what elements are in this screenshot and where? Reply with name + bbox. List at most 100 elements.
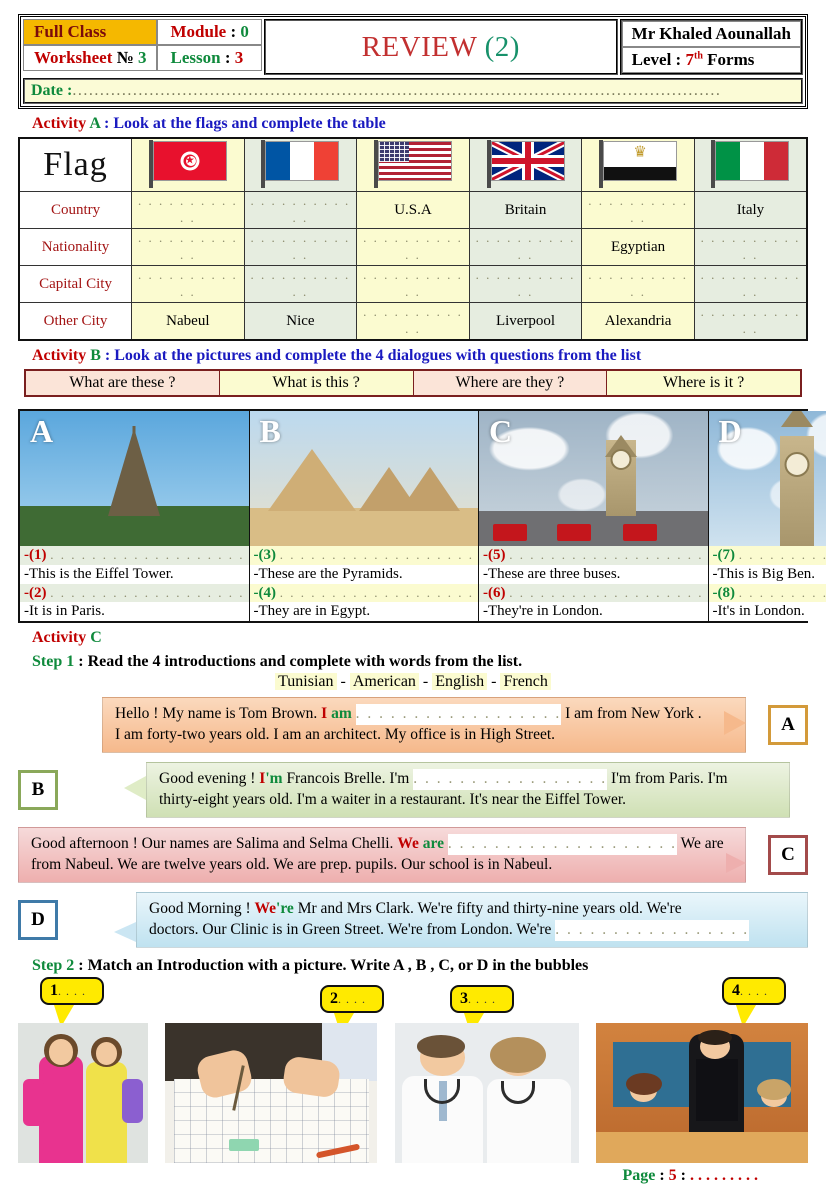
cell-nationality-italy[interactable]: . . . . . . . . . . . . (694, 229, 807, 266)
bubble-d-blank[interactable]: . . . . . . . . . . . . . . . . . (555, 920, 749, 941)
page-footer: Page : 5 : . . . . . . . . . (18, 1167, 808, 1185)
flag-cell-france (244, 138, 357, 192)
row-label-country: Country (19, 192, 132, 229)
cell-country-italy: Italy (694, 192, 807, 229)
cell-country-france[interactable]: . . . . . . . . . . . . (244, 192, 357, 229)
bubble-c-line-2: from Nabeul. We are twelve years old. We… (31, 855, 733, 876)
blank-line-5[interactable]: -(5) . . . . . . . . . . . . . . . . . .… (479, 546, 708, 565)
teacher-name: Mr Khaled Aounallah (622, 21, 801, 47)
question-option-2[interactable]: What is this ? (220, 371, 414, 395)
worksheet-page: Full Class Worksheet № 3 Module : 0 Less… (0, 14, 826, 1183)
cell-capital-uk[interactable]: . . . . . . . . . . . . (469, 266, 582, 303)
cell-other-usa[interactable]: . . . . . . . . . . . . (357, 303, 470, 341)
cell-nationality-france[interactable]: . . . . . . . . . . . . (244, 229, 357, 266)
picture-letter-a: A (30, 413, 53, 450)
cell-country-egypt[interactable]: . . . . . . . . . . . . (582, 192, 695, 229)
blank-line-2[interactable]: -(2) . . . . . . . . . . . . . . . . . .… (20, 584, 249, 603)
bubble-tag-d[interactable]: D (18, 900, 58, 940)
activity-c-heading: Activity C (32, 629, 808, 647)
bubble-a-blank[interactable]: . . . . . . . . . . . . . . . . . . (356, 704, 562, 725)
level-label: Level : 7th Forms (622, 47, 801, 73)
blank-line-6[interactable]: -(6) . . . . . . . . . . . . . . . . . .… (479, 584, 708, 603)
cell-nationality-usa[interactable]: . . . . . . . . . . . . (357, 229, 470, 266)
question-option-1[interactable]: What are these ? (26, 371, 220, 395)
dialogue-a: -(1) . . . . . . . . . . . . . . . . . .… (20, 546, 249, 621)
word-french[interactable]: French (500, 673, 550, 690)
cell-nationality-uk[interactable]: . . . . . . . . . . . . (469, 229, 582, 266)
bubble-a-line-1: Hello ! My name is Tom Brown. I am . . .… (115, 704, 733, 725)
eiffel-tower-photo: A (20, 411, 249, 546)
callout-1[interactable]: 1. . . . (40, 977, 104, 1005)
bubble-tag-a[interactable]: A (768, 705, 808, 745)
tunisia-flag-icon: ★ (132, 139, 244, 191)
waiter-restaurant-photo (596, 1023, 808, 1163)
dialogue-b: -(3) . . . . . . . . . . . . . . . . . .… (250, 546, 479, 621)
lesson-label: Lesson : 3 (157, 45, 261, 71)
table-row-capital-city: Capital City . . . . . . . . . . . . . .… (19, 266, 807, 303)
bubble-tag-b[interactable]: B (18, 770, 58, 810)
bubble-b-blank[interactable]: . . . . . . . . . . . . . . . . . (413, 769, 607, 790)
blank-line-7[interactable]: -(7) . . . . . . . . . . . . . . (709, 546, 826, 565)
flag-cell-tunisia: ★ (132, 138, 245, 192)
question-option-3[interactable]: Where are they ? (414, 371, 608, 395)
word-english[interactable]: English (432, 673, 487, 690)
table-row-other-city: Other City Nabeul Nice . . . . . . . . .… (19, 303, 807, 341)
bubble-c-blank[interactable]: . . . . . . . . . . . . . . . . . . . . (448, 834, 677, 855)
dialogue-c: -(5) . . . . . . . . . . . . . . . . . .… (479, 546, 708, 621)
cell-other-italy[interactable]: . . . . . . . . . . . . (694, 303, 807, 341)
picture-column-d: D -(7) . . . . . . . . . . . . . . -This… (709, 411, 826, 621)
activity-b-heading: Activity B : Look at the pictures and co… (32, 347, 808, 365)
flag-cell-egypt: ♛ (582, 138, 695, 192)
blank-line-3[interactable]: -(3) . . . . . . . . . . . . . . . . . .… (250, 546, 479, 565)
page-title: REVIEW (2) (362, 31, 520, 64)
full-class-label: Full Class (23, 19, 157, 45)
callout-3[interactable]: 3. . . . (450, 985, 514, 1013)
pyramids-photo: B (250, 411, 479, 546)
cell-capital-usa[interactable]: . . . . . . . . . . . . (357, 266, 470, 303)
callout-4[interactable]: 4. . . . (722, 977, 786, 1005)
cell-capital-tunisia[interactable]: . . . . . . . . . . . . (132, 266, 245, 303)
table-row-country: Country . . . . . . . . . . . . . . . . … (19, 192, 807, 229)
worksheet-title-box: REVIEW (2) (264, 19, 618, 75)
cell-nationality-egypt: Egyptian (582, 229, 695, 266)
blank-line-4[interactable]: -(4) . . . . . . . . . . . . . . . . . .… (250, 584, 479, 603)
cell-capital-france[interactable]: . . . . . . . . . . . . (244, 266, 357, 303)
picture-letter-b: B (260, 413, 281, 450)
cell-country-usa: U.S.A (357, 192, 470, 229)
answer-line-7: -This is Big Ben. (709, 565, 826, 584)
class-info-block: Full Class Worksheet № 3 (23, 19, 157, 75)
picture-dialogue-section: A -(1) . . . . . . . . . . . . . . . . .… (18, 409, 808, 623)
blank-line-1[interactable]: -(1) . . . . . . . . . . . . . . . . . .… (20, 546, 249, 565)
answer-line-2: -It is in Paris. (20, 602, 249, 621)
callout-2[interactable]: 2. . . . (320, 985, 384, 1013)
word-tunisian[interactable]: Tunisian (275, 673, 336, 690)
cell-other-france: Nice (244, 303, 357, 341)
bubble-a-line-2: I am forty-two years old. I am an archit… (115, 725, 733, 746)
cell-country-tunisia[interactable]: . . . . . . . . . . . . (132, 192, 245, 229)
matching-callouts: 1. . . . 2. . . . 3. . . . 4. . . . (18, 977, 808, 1023)
word-american[interactable]: American (350, 673, 419, 690)
two-schoolgirls-photo (18, 1023, 148, 1163)
activity-a-heading: Activity A : Look at the flags and compl… (32, 115, 808, 133)
bubble-tag-c[interactable]: C (768, 835, 808, 875)
two-doctors-photo (395, 1023, 579, 1163)
cell-capital-egypt[interactable]: . . . . . . . . . . . . (582, 266, 695, 303)
bubble-b-line-2: thirty-eight years old. I'm a waiter in … (159, 790, 777, 811)
date-field[interactable]: Date :..................................… (23, 78, 803, 104)
answer-line-4: -They are in Egypt. (250, 602, 479, 621)
question-word-bank: What are these ? What is this ? Where ar… (24, 369, 802, 397)
date-dots: ........................................… (72, 82, 721, 99)
introduction-a: Hello ! My name is Tom Brown. I am . . .… (18, 697, 808, 753)
teacher-level-block: Mr Khaled Aounallah Level : 7th Forms (620, 19, 803, 75)
question-option-4[interactable]: Where is it ? (607, 371, 800, 395)
picture-column-b: B -(3) . . . . . . . . . . . . . . . . .… (250, 411, 480, 621)
cell-nationality-tunisia[interactable]: . . . . . . . . . . . . (132, 229, 245, 266)
blank-line-8[interactable]: -(8) . . . . . . . . . . . . . . (709, 584, 826, 603)
matching-photos-row (18, 1023, 808, 1163)
cell-capital-italy[interactable]: . . . . . . . . . . . . (694, 266, 807, 303)
cell-country-uk: Britain (469, 192, 582, 229)
flag-cell-uk (469, 138, 582, 192)
row-label-capital-city: Capital City (19, 266, 132, 303)
speech-bubble-c: Good afternoon ! Our names are Salima an… (18, 827, 746, 883)
answer-line-5: -These are three buses. (479, 565, 708, 584)
